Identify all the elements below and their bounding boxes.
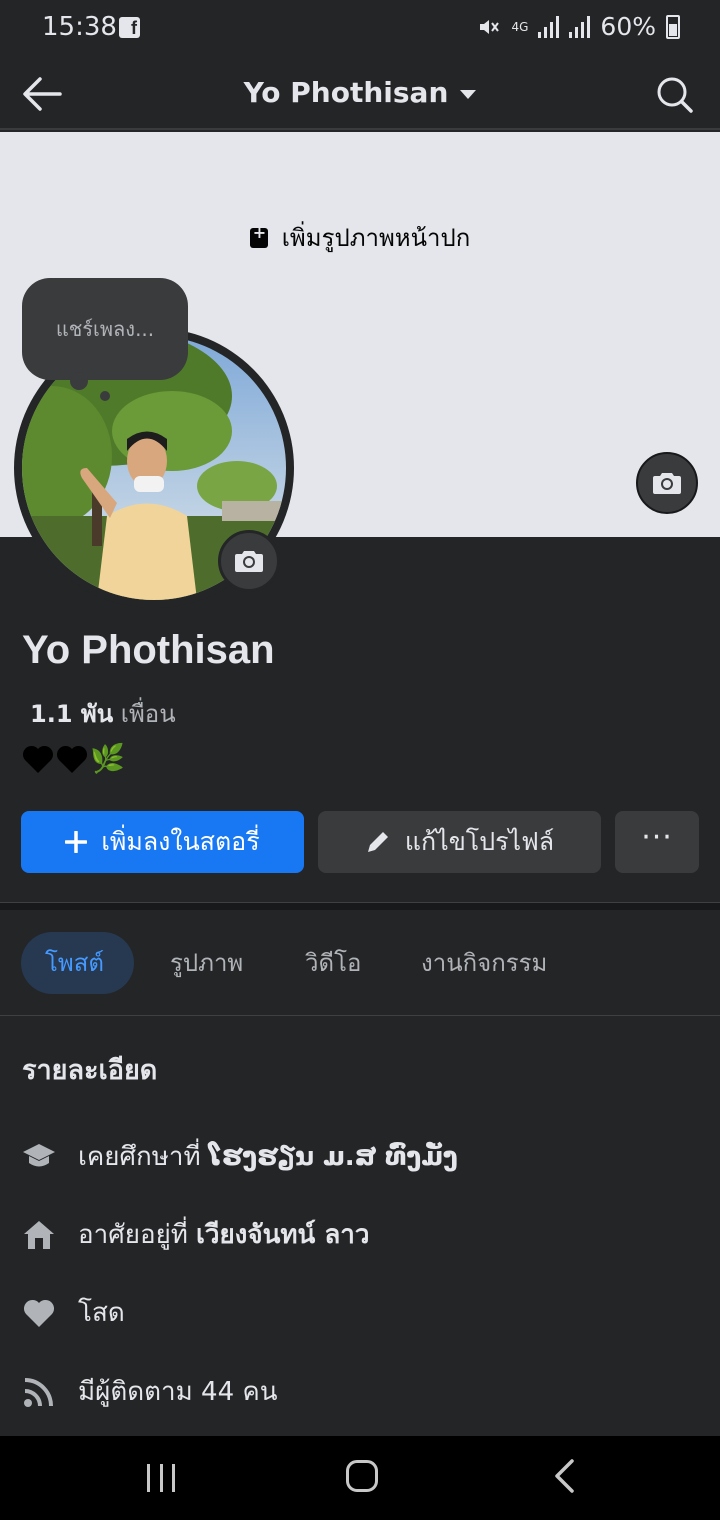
add-cover-photo-button[interactable]: เพิ่มรูปภาพหน้าปก — [0, 218, 720, 257]
note-bubble[interactable]: แชร์เพลง... — [22, 278, 188, 380]
detail-education: เคยศึกษาที่ ໂຮງຮຽນ ມ.ສ ທົ່ງມັ່ງ — [22, 1136, 458, 1177]
camera-icon — [235, 551, 263, 572]
camera-icon — [653, 473, 681, 494]
status-bar: 15:38 f 4G 60% — [0, 0, 720, 58]
avatar-camera-button[interactable] — [218, 530, 280, 592]
section-divider — [0, 902, 720, 910]
relationship-value: โสด — [78, 1298, 125, 1328]
lives-value[interactable]: เวียงจันทน์ ลาว — [196, 1214, 370, 1255]
home-button-icon[interactable] — [346, 1460, 378, 1492]
friends-count: 1.1 พัน — [30, 700, 114, 728]
friends-label: เพื่อน — [120, 700, 176, 728]
graduation-cap-icon — [22, 1140, 56, 1174]
add-cover-label: เพิ่มรูปภาพหน้าปก — [281, 224, 471, 252]
detail-lives-in: อาศัยอยู่ที่ เวียงจันทน์ ลาว — [22, 1214, 369, 1255]
search-icon[interactable] — [654, 74, 694, 114]
back-nav-icon[interactable] — [552, 1458, 576, 1494]
battery-icon — [666, 14, 680, 39]
add-photo-icon — [249, 223, 268, 248]
profile-switcher[interactable]: Yo Phothisan — [0, 76, 720, 109]
system-nav-bar — [0, 1436, 720, 1520]
education-value[interactable]: ໂຮງຮຽນ ມ.ສ ທົ່ງມັ່ງ — [209, 1142, 458, 1172]
tab-events[interactable]: งานกิจกรรม — [421, 932, 547, 994]
add-to-story-label: เพิ่มลงในสตอรี่ — [101, 827, 260, 856]
mute-icon — [480, 19, 500, 34]
profile-tabs: โพสต์ รูปภาพ วิดีโอ งานกิจกรรม — [0, 910, 720, 1016]
edit-profile-label: แก้ไขโปรไฟล์ — [404, 827, 555, 856]
signal-icon-2 — [569, 15, 591, 38]
recent-apps-icon[interactable] — [147, 1464, 175, 1492]
profile-name: Yo Phothisan — [22, 628, 275, 672]
note-bubble-tail-small — [100, 391, 110, 401]
detail-relationship: โสด — [22, 1292, 125, 1333]
rss-followers-icon — [22, 1375, 56, 1409]
black-heart-icon — [22, 745, 54, 773]
followers-count: มีผู้ติดตาม 44 คน — [78, 1377, 278, 1407]
edit-profile-button[interactable]: แก้ไขโปรไฟล์ — [318, 811, 601, 873]
cover-camera-button[interactable] — [636, 452, 698, 514]
profile-bio: 🌿 — [22, 742, 125, 775]
friends-count-link[interactable]: 1.1 พัน เพื่อน — [30, 694, 176, 733]
note-bubble-tail — [70, 372, 88, 390]
page-title: Yo Phothisan — [243, 76, 449, 109]
pencil-icon — [365, 829, 391, 855]
chevron-down-icon — [460, 89, 477, 99]
tab-videos[interactable]: วิดีโอ — [305, 932, 361, 994]
leaf-emoji: 🌿 — [90, 742, 125, 775]
lives-prefix: อาศัยอยู่ที่ — [78, 1220, 188, 1250]
detail-followers[interactable]: มีผู้ติดตาม 44 คน — [22, 1371, 278, 1412]
app-bar: Yo Phothisan — [0, 58, 720, 130]
tab-posts[interactable]: โพสต์ — [21, 932, 134, 994]
signal-icon — [538, 15, 560, 38]
heart-icon — [22, 1296, 56, 1330]
home-icon — [22, 1218, 56, 1252]
black-heart-icon — [56, 745, 88, 773]
plus-icon — [65, 831, 88, 853]
details-heading: รายละเอียด — [22, 1055, 158, 1086]
more-options-button[interactable]: ··· — [615, 811, 699, 873]
battery-percent: 60% — [600, 12, 656, 41]
status-time: 15:38 — [42, 12, 117, 42]
add-to-story-button[interactable]: เพิ่มลงในสตอรี่ — [21, 811, 304, 873]
education-prefix: เคยศึกษาที่ — [78, 1142, 201, 1172]
facebook-notification-icon: f — [119, 17, 140, 38]
status-icons: 4G 60% — [477, 12, 680, 41]
network-type: 4G — [511, 19, 529, 34]
tab-photos[interactable]: รูปภาพ — [170, 932, 243, 994]
